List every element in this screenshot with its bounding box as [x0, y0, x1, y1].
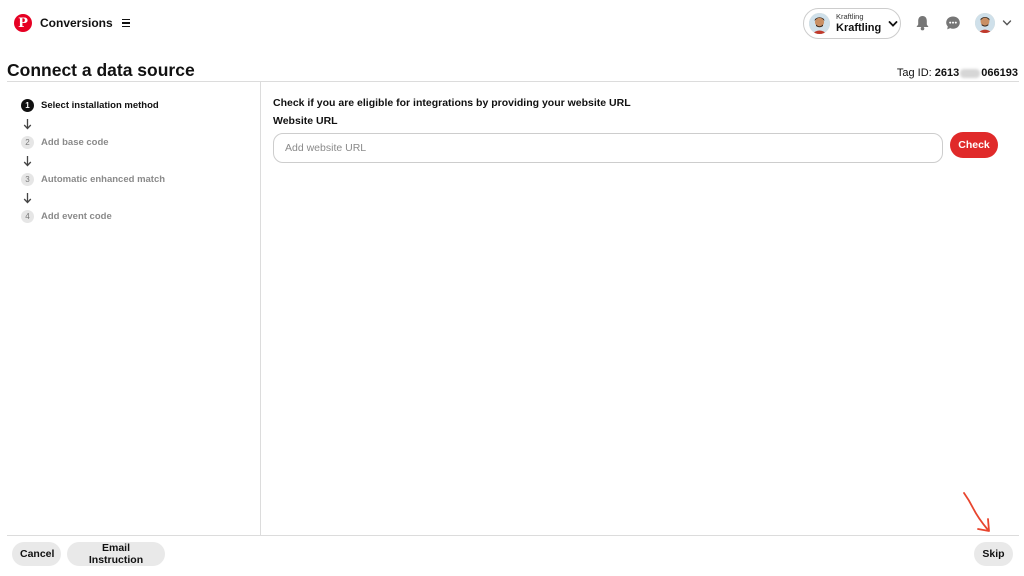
tag-id-label: Tag ID:	[896, 67, 932, 79]
step-1[interactable]: 1 Select installation method	[21, 97, 251, 113]
app-title: Conversions	[40, 16, 113, 30]
footer-divider	[7, 535, 1019, 536]
tag-id-redaction	[960, 68, 981, 78]
website-url-input[interactable]	[273, 133, 943, 163]
email-instruction-button[interactable]: Email Instruction	[67, 542, 165, 566]
step-label: Select installation method	[41, 99, 159, 111]
step-number: 1	[21, 98, 34, 112]
user-avatar[interactable]	[975, 13, 995, 33]
step-3[interactable]: 3 Automatic enhanced match	[21, 171, 251, 187]
header-divider	[7, 81, 1019, 82]
step-2[interactable]: 2 Add base code	[21, 134, 251, 150]
account-name: Kraftling	[836, 21, 882, 34]
panel-divider	[260, 82, 261, 535]
cancel-button[interactable]: Cancel	[12, 542, 61, 566]
menu-icon[interactable]	[121, 18, 130, 28]
check-button[interactable]: Check	[950, 132, 998, 158]
tag-id: Tag ID: 2613 066193	[897, 67, 1018, 79]
annotation-arrow-icon	[963, 492, 990, 532]
tag-id-suffix: 066193	[981, 67, 1018, 79]
step-label: Add event code	[41, 210, 112, 222]
down-arrow-icon	[21, 187, 251, 208]
step-list: 1 Select installation method 2 Add base …	[21, 97, 251, 224]
chevron-down-icon[interactable]	[1001, 17, 1013, 29]
skip-button[interactable]: Skip	[974, 542, 1013, 566]
top-bar: P Conversions Kraftling Kraftling	[0, 0, 1024, 48]
account-small-name: Kraftling	[836, 12, 864, 22]
website-url-label: Website URL	[273, 115, 338, 127]
down-arrow-icon	[21, 150, 251, 171]
chevron-down-icon	[888, 20, 898, 27]
tag-id-prefix: 2613	[934, 67, 960, 79]
account-names: Kraftling Kraftling	[836, 13, 881, 34]
step-number: 3	[21, 172, 34, 186]
account-switcher[interactable]: Kraftling Kraftling	[803, 8, 901, 39]
bell-icon[interactable]	[912, 13, 932, 33]
step-label: Automatic enhanced match	[41, 173, 166, 185]
step-label: Add base code	[41, 136, 109, 148]
page-title: Connect a data source	[7, 60, 195, 80]
pinterest-logo-icon[interactable]: P	[14, 14, 32, 32]
step-number: 2	[21, 135, 34, 149]
down-arrow-icon	[21, 113, 251, 134]
account-avatar	[809, 13, 830, 34]
brand: P Conversions	[14, 14, 130, 32]
chat-icon[interactable]	[943, 13, 963, 33]
step-number: 4	[21, 209, 34, 223]
step-4[interactable]: 4 Add event code	[21, 208, 251, 224]
eligibility-heading: Check if you are eligible for integratio…	[273, 97, 631, 109]
